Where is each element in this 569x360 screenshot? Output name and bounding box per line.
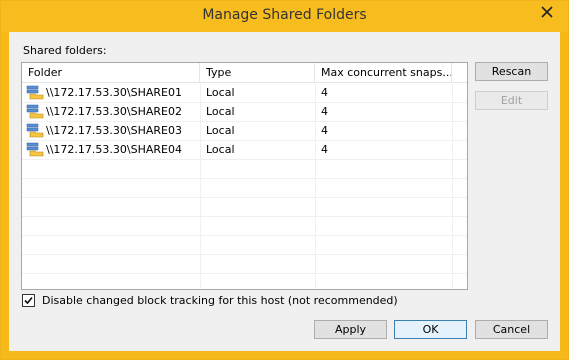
empty-row (22, 216, 467, 236)
type-cell: Local (206, 105, 235, 118)
close-icon (541, 6, 553, 18)
checkmark-icon (24, 296, 33, 305)
dialog-window: Manage Shared Folders Shared folders: Fo… (0, 0, 569, 360)
folder-cell: \\172.17.53.30\SHARE01 (26, 83, 198, 102)
disable-cbt-label: Disable changed block tracking for this … (42, 294, 398, 307)
shared-folder-icon (26, 142, 44, 157)
list-header: Folder Type Max concurrent snaps... (22, 63, 467, 83)
shared-folder-icon (26, 85, 44, 100)
empty-row (22, 178, 467, 198)
folder-path: \\172.17.53.30\SHARE01 (46, 86, 182, 99)
column-header-folder[interactable]: Folder (22, 63, 200, 82)
table-row[interactable]: \\172.17.53.30\SHARE01 Local 4 (22, 83, 467, 103)
folder-path: \\172.17.53.30\SHARE02 (46, 105, 182, 118)
empty-row (22, 254, 467, 274)
shared-folders-list[interactable]: Folder Type Max concurrent snaps... \\17… (21, 62, 468, 290)
shared-folder-icon (26, 123, 44, 138)
edit-button[interactable]: Edit (475, 91, 548, 110)
type-cell: Local (206, 86, 235, 99)
empty-row (22, 159, 467, 179)
dialog-title: Manage Shared Folders (202, 7, 367, 23)
title-bar[interactable]: Manage Shared Folders (1, 1, 568, 32)
checkbox-box[interactable] (22, 294, 35, 307)
column-header-max-concurrent-snapshots[interactable]: Max concurrent snaps... (315, 63, 452, 82)
max-snapshots-cell: 4 (321, 143, 328, 156)
disable-cbt-checkbox[interactable]: Disable changed block tracking for this … (22, 294, 398, 307)
close-button[interactable] (530, 1, 564, 23)
table-row[interactable]: \\172.17.53.30\SHARE02 Local 4 (22, 102, 467, 122)
folder-cell: \\172.17.53.30\SHARE02 (26, 102, 198, 121)
cancel-button[interactable]: Cancel (475, 320, 548, 339)
max-snapshots-cell: 4 (321, 86, 328, 99)
type-cell: Local (206, 143, 235, 156)
folder-cell: \\172.17.53.30\SHARE04 (26, 140, 198, 159)
shared-folders-label: Shared folders: (23, 44, 107, 57)
empty-row (22, 197, 467, 217)
max-snapshots-cell: 4 (321, 124, 328, 137)
folder-cell: \\172.17.53.30\SHARE03 (26, 121, 198, 140)
table-row[interactable]: \\172.17.53.30\SHARE04 Local 4 (22, 140, 467, 160)
dialog-body: Shared folders: Folder Type Max concurre… (9, 32, 560, 351)
folder-path: \\172.17.53.30\SHARE04 (46, 143, 182, 156)
table-row[interactable]: \\172.17.53.30\SHARE03 Local 4 (22, 121, 467, 141)
apply-button[interactable]: Apply (314, 320, 387, 339)
type-cell: Local (206, 124, 235, 137)
empty-row (22, 235, 467, 255)
folder-path: \\172.17.53.30\SHARE03 (46, 124, 182, 137)
rescan-button[interactable]: Rescan (475, 62, 548, 81)
max-snapshots-cell: 4 (321, 105, 328, 118)
shared-folder-icon (26, 104, 44, 119)
ok-button[interactable]: OK (394, 320, 467, 339)
column-header-type[interactable]: Type (200, 63, 315, 82)
